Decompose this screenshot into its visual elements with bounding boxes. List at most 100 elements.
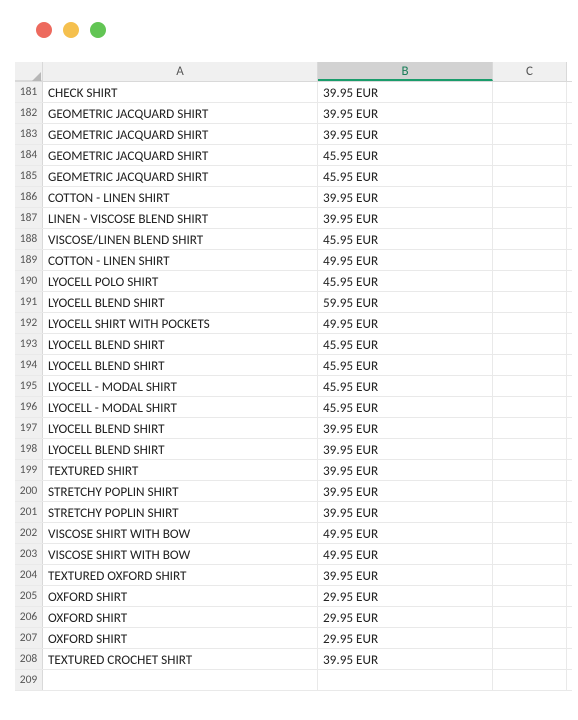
cell-a[interactable]: LYOCELL BLEND SHIRT bbox=[43, 418, 318, 438]
cell-b[interactable]: 49.95 EUR bbox=[318, 250, 493, 270]
cell-c[interactable] bbox=[493, 313, 567, 333]
cell-b[interactable]: 45.95 EUR bbox=[318, 355, 493, 375]
cell-a[interactable]: GEOMETRIC JACQUARD SHIRT bbox=[43, 166, 318, 186]
minimize-button[interactable] bbox=[63, 22, 79, 38]
cell-a[interactable]: LYOCELL POLO SHIRT bbox=[43, 271, 318, 291]
column-header-b[interactable]: B bbox=[318, 62, 493, 81]
cell-c[interactable] bbox=[493, 607, 567, 627]
row-header[interactable]: 196 bbox=[15, 397, 43, 417]
row-header[interactable]: 181 bbox=[15, 82, 43, 102]
cell-a[interactable]: TEXTURED CROCHET SHIRT bbox=[43, 649, 318, 669]
row-header[interactable]: 193 bbox=[15, 334, 43, 354]
cell-c[interactable] bbox=[493, 502, 567, 522]
cell-b[interactable]: 45.95 EUR bbox=[318, 397, 493, 417]
row-header[interactable]: 183 bbox=[15, 124, 43, 144]
cell-a[interactable]: OXFORD SHIRT bbox=[43, 586, 318, 606]
row-header[interactable]: 206 bbox=[15, 607, 43, 627]
cell-b[interactable]: 29.95 EUR bbox=[318, 586, 493, 606]
cell-c[interactable] bbox=[493, 544, 567, 564]
cell-b[interactable]: 39.95 EUR bbox=[318, 208, 493, 228]
cell-a[interactable]: COTTON - LINEN SHIRT bbox=[43, 250, 318, 270]
row-header[interactable]: 186 bbox=[15, 187, 43, 207]
cell-a[interactable]: TEXTURED OXFORD SHIRT bbox=[43, 565, 318, 585]
cell-b[interactable]: 29.95 EUR bbox=[318, 607, 493, 627]
cell-c[interactable] bbox=[493, 355, 567, 375]
cell-b[interactable]: 45.95 EUR bbox=[318, 166, 493, 186]
row-header[interactable]: 197 bbox=[15, 418, 43, 438]
cell-c[interactable] bbox=[493, 208, 567, 228]
cell-c[interactable] bbox=[493, 628, 567, 648]
row-header[interactable]: 190 bbox=[15, 271, 43, 291]
cell-b[interactable]: 45.95 EUR bbox=[318, 271, 493, 291]
cell-b[interactable]: 39.95 EUR bbox=[318, 502, 493, 522]
cell-a[interactable]: VISCOSE/LINEN BLEND SHIRT bbox=[43, 229, 318, 249]
cell-a[interactable]: LYOCELL - MODAL SHIRT bbox=[43, 376, 318, 396]
row-header[interactable]: 203 bbox=[15, 544, 43, 564]
cell-b[interactable]: 45.95 EUR bbox=[318, 376, 493, 396]
cell-c[interactable] bbox=[493, 397, 567, 417]
cell-b[interactable]: 39.95 EUR bbox=[318, 481, 493, 501]
cell-c[interactable] bbox=[493, 82, 567, 102]
cell-c[interactable] bbox=[493, 418, 567, 438]
cell-b[interactable]: 59.95 EUR bbox=[318, 292, 493, 312]
cell-a[interactable]: GEOMETRIC JACQUARD SHIRT bbox=[43, 124, 318, 144]
cell-a[interactable]: LYOCELL BLEND SHIRT bbox=[43, 439, 318, 459]
cell-c[interactable] bbox=[493, 271, 567, 291]
row-header[interactable]: 185 bbox=[15, 166, 43, 186]
cell-c[interactable] bbox=[493, 145, 567, 165]
row-header[interactable]: 187 bbox=[15, 208, 43, 228]
column-header-a[interactable]: A bbox=[43, 62, 318, 81]
cell-b[interactable]: 45.95 EUR bbox=[318, 145, 493, 165]
row-header[interactable]: 205 bbox=[15, 586, 43, 606]
cell-a[interactable]: COTTON - LINEN SHIRT bbox=[43, 187, 318, 207]
row-header[interactable]: 201 bbox=[15, 502, 43, 522]
cell-c[interactable] bbox=[493, 187, 567, 207]
cell-b[interactable]: 39.95 EUR bbox=[318, 418, 493, 438]
row-header[interactable]: 195 bbox=[15, 376, 43, 396]
cell-c[interactable] bbox=[493, 439, 567, 459]
cell-a[interactable]: STRETCHY POPLIN SHIRT bbox=[43, 481, 318, 501]
cell-a[interactable]: LINEN - VISCOSE BLEND SHIRT bbox=[43, 208, 318, 228]
cell-a[interactable]: LYOCELL BLEND SHIRT bbox=[43, 355, 318, 375]
cell-c[interactable] bbox=[493, 565, 567, 585]
row-header[interactable]: 209 bbox=[15, 670, 43, 690]
cell-a[interactable]: OXFORD SHIRT bbox=[43, 607, 318, 627]
row-header[interactable]: 189 bbox=[15, 250, 43, 270]
cell-b[interactable]: 39.95 EUR bbox=[318, 649, 493, 669]
row-header[interactable]: 188 bbox=[15, 229, 43, 249]
cell-b[interactable]: 39.95 EUR bbox=[318, 439, 493, 459]
cell-c[interactable] bbox=[493, 250, 567, 270]
cell-a[interactable]: LYOCELL BLEND SHIRT bbox=[43, 292, 318, 312]
cell-c[interactable] bbox=[493, 649, 567, 669]
cell-a[interactable]: OXFORD SHIRT bbox=[43, 628, 318, 648]
row-header[interactable]: 191 bbox=[15, 292, 43, 312]
cell-b[interactable]: 45.95 EUR bbox=[318, 334, 493, 354]
cell-b[interactable]: 39.95 EUR bbox=[318, 124, 493, 144]
row-header[interactable]: 194 bbox=[15, 355, 43, 375]
cell-b[interactable]: 45.95 EUR bbox=[318, 229, 493, 249]
cell-a[interactable]: TEXTURED SHIRT bbox=[43, 460, 318, 480]
cell-c[interactable] bbox=[493, 334, 567, 354]
cell-c[interactable] bbox=[493, 103, 567, 123]
row-header[interactable]: 208 bbox=[15, 649, 43, 669]
cell-c[interactable] bbox=[493, 229, 567, 249]
select-all-corner[interactable] bbox=[15, 62, 43, 81]
cell-b[interactable] bbox=[318, 670, 493, 690]
close-button[interactable] bbox=[36, 22, 52, 38]
cell-a[interactable] bbox=[43, 670, 318, 690]
cell-a[interactable]: CHECK SHIRT bbox=[43, 82, 318, 102]
cell-b[interactable]: 39.95 EUR bbox=[318, 460, 493, 480]
cell-c[interactable] bbox=[493, 481, 567, 501]
row-header[interactable]: 207 bbox=[15, 628, 43, 648]
cell-c[interactable] bbox=[493, 523, 567, 543]
cell-a[interactable]: LYOCELL BLEND SHIRT bbox=[43, 334, 318, 354]
cell-a[interactable]: GEOMETRIC JACQUARD SHIRT bbox=[43, 103, 318, 123]
row-header[interactable]: 182 bbox=[15, 103, 43, 123]
cell-b[interactable]: 49.95 EUR bbox=[318, 544, 493, 564]
cell-a[interactable]: GEOMETRIC JACQUARD SHIRT bbox=[43, 145, 318, 165]
cell-b[interactable]: 39.95 EUR bbox=[318, 82, 493, 102]
row-header[interactable]: 198 bbox=[15, 439, 43, 459]
cell-b[interactable]: 49.95 EUR bbox=[318, 313, 493, 333]
cell-b[interactable]: 29.95 EUR bbox=[318, 628, 493, 648]
cell-c[interactable] bbox=[493, 460, 567, 480]
